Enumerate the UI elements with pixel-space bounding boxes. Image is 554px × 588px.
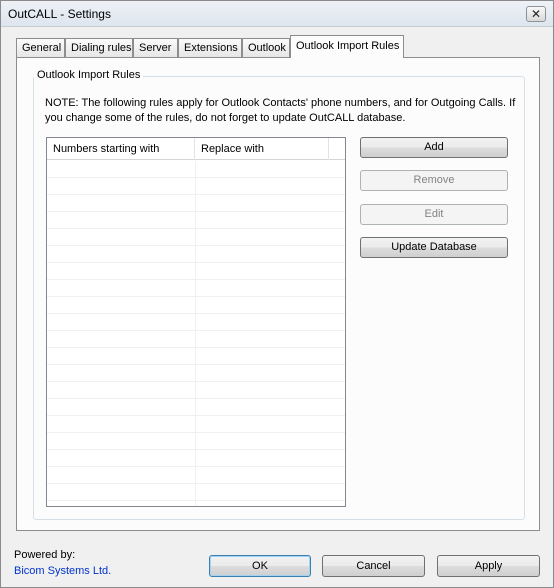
tab-outlook-import-rules[interactable]: Outlook Import Rules xyxy=(290,35,404,58)
group-title: Outlook Import Rules xyxy=(34,69,144,81)
tab-outlook[interactable]: Outlook xyxy=(242,38,290,58)
update-database-button[interactable]: Update Database xyxy=(360,237,508,258)
column-divider xyxy=(195,161,196,506)
tab-server[interactable]: Server xyxy=(133,38,178,58)
remove-button[interactable]: Remove xyxy=(360,170,508,191)
settings-window: OutCALL - Settings ✕ General Dialing rul… xyxy=(0,0,554,588)
title-bar[interactable]: OutCALL - Settings ✕ xyxy=(1,1,553,27)
column-numbers-starting-with[interactable]: Numbers starting with xyxy=(47,138,195,160)
close-button[interactable]: ✕ xyxy=(526,6,546,22)
rules-list-header: Numbers starting with Replace with xyxy=(47,138,345,160)
column-replace-with[interactable]: Replace with xyxy=(195,138,329,160)
add-button[interactable]: Add xyxy=(360,137,508,158)
note-text: NOTE: The following rules apply for Outl… xyxy=(45,97,516,124)
powered-by-label: Powered by: xyxy=(14,549,76,561)
company-link[interactable]: Bicom Systems Ltd. xyxy=(14,565,111,577)
edit-button[interactable]: Edit xyxy=(360,204,508,225)
window-title: OutCALL - Settings xyxy=(8,7,111,21)
rules-list-body[interactable] xyxy=(47,161,345,506)
apply-button[interactable]: Apply xyxy=(437,555,540,577)
tab-dialing-rules[interactable]: Dialing rules xyxy=(65,38,133,58)
cancel-button[interactable]: Cancel xyxy=(322,555,425,577)
rules-list[interactable]: Numbers starting with Replace with xyxy=(46,137,346,507)
close-icon: ✕ xyxy=(530,7,542,21)
ok-button[interactable]: OK xyxy=(209,555,311,577)
tab-extensions[interactable]: Extensions xyxy=(178,38,242,58)
outlook-import-rules-panel: Outlook Import Rules NOTE: The following… xyxy=(16,57,540,531)
tab-general[interactable]: General xyxy=(16,38,65,58)
